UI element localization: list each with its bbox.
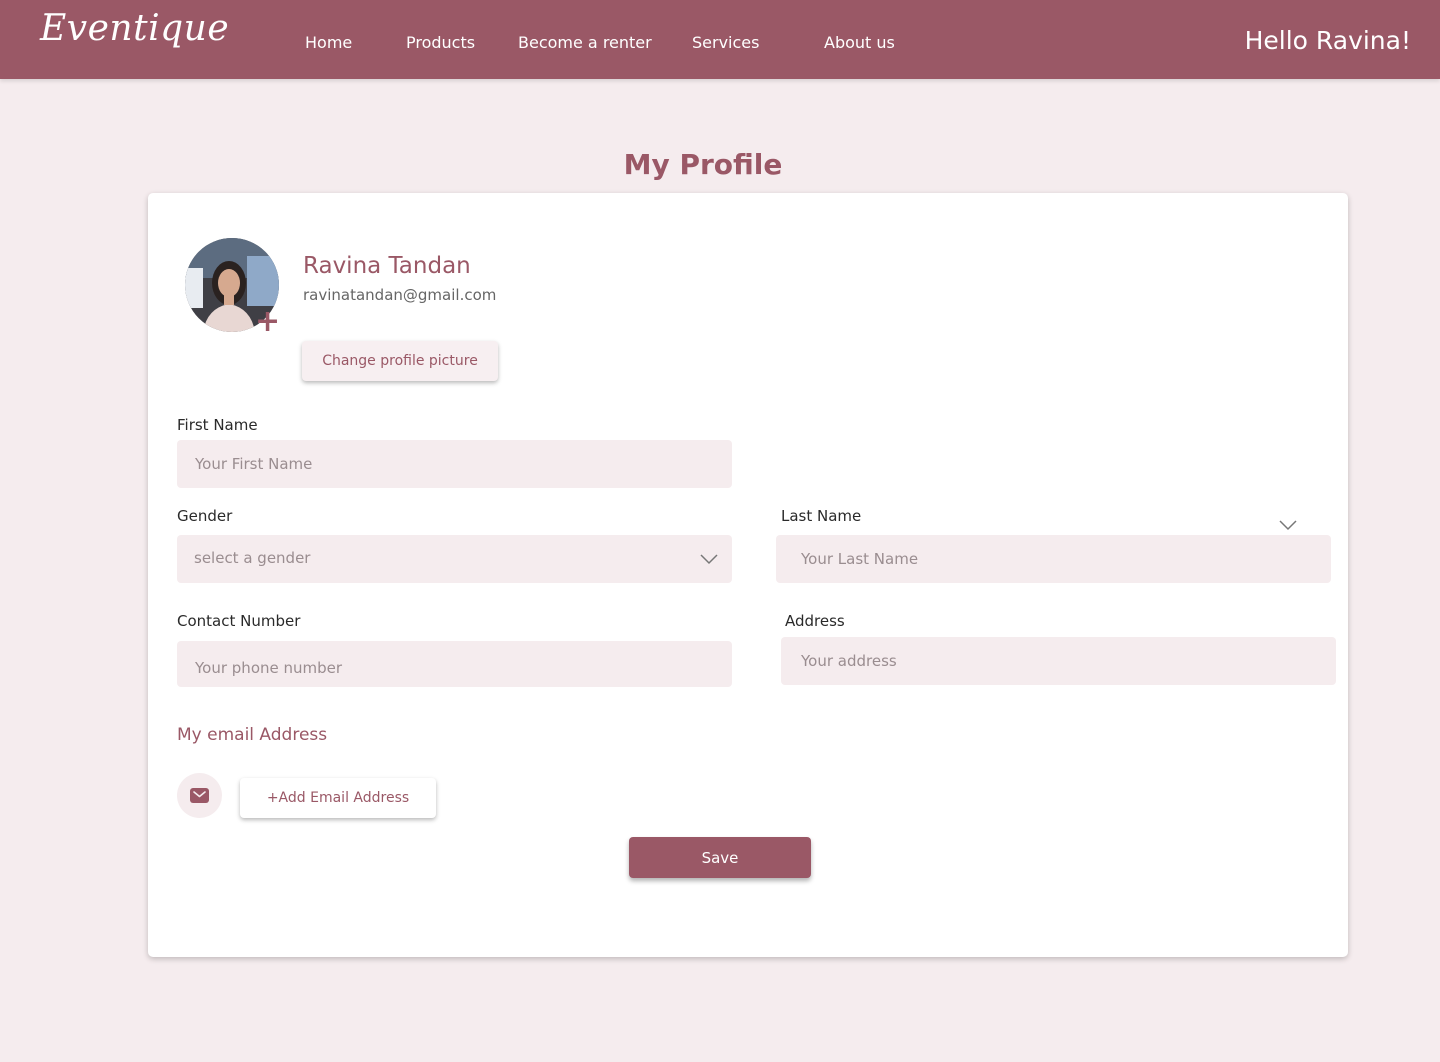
contact-number-label: Contact Number: [177, 612, 301, 630]
change-profile-picture-button[interactable]: Change profile picture: [302, 341, 498, 381]
chevron-down-icon: [700, 554, 718, 565]
address-input[interactable]: [781, 637, 1336, 685]
profile-email: ravinatandan@gmail.com: [303, 286, 497, 304]
nav-link-services[interactable]: Services: [692, 33, 759, 52]
top-navbar: Eventique Home Products Become a renter …: [0, 0, 1440, 79]
page-title: My Profile: [623, 148, 783, 181]
profile-card: + Ravina Tandan ravinatandan@gmail.com C…: [148, 193, 1348, 957]
add-photo-plus-icon[interactable]: +: [255, 307, 280, 337]
gender-select-value: select a gender: [194, 549, 311, 567]
first-name-input[interactable]: [177, 440, 732, 488]
address-label: Address: [785, 612, 845, 630]
nav-link-become-renter[interactable]: Become a renter: [518, 33, 652, 52]
contact-number-input[interactable]: [177, 641, 732, 687]
brand-logo[interactable]: Eventique: [40, 8, 229, 49]
chevron-down-icon[interactable]: [1278, 519, 1298, 531]
gender-label: Gender: [177, 507, 233, 525]
add-email-address-button[interactable]: +Add Email Address: [240, 778, 436, 818]
nav-link-about[interactable]: About us: [824, 33, 895, 52]
user-greeting: Hello Ravina!: [1244, 26, 1411, 55]
nav-link-products[interactable]: Products: [406, 33, 475, 52]
gender-select[interactable]: select a gender: [177, 535, 732, 583]
mail-icon: [190, 788, 209, 803]
profile-name: Ravina Tandan: [303, 253, 471, 279]
first-name-label: First Name: [177, 416, 258, 434]
email-icon-badge: [177, 773, 222, 818]
last-name-label: Last Name: [781, 507, 862, 525]
save-button[interactable]: Save: [629, 837, 811, 878]
last-name-input[interactable]: [776, 535, 1331, 583]
email-section-title: My email Address: [177, 725, 328, 745]
nav-link-home[interactable]: Home: [305, 33, 352, 52]
